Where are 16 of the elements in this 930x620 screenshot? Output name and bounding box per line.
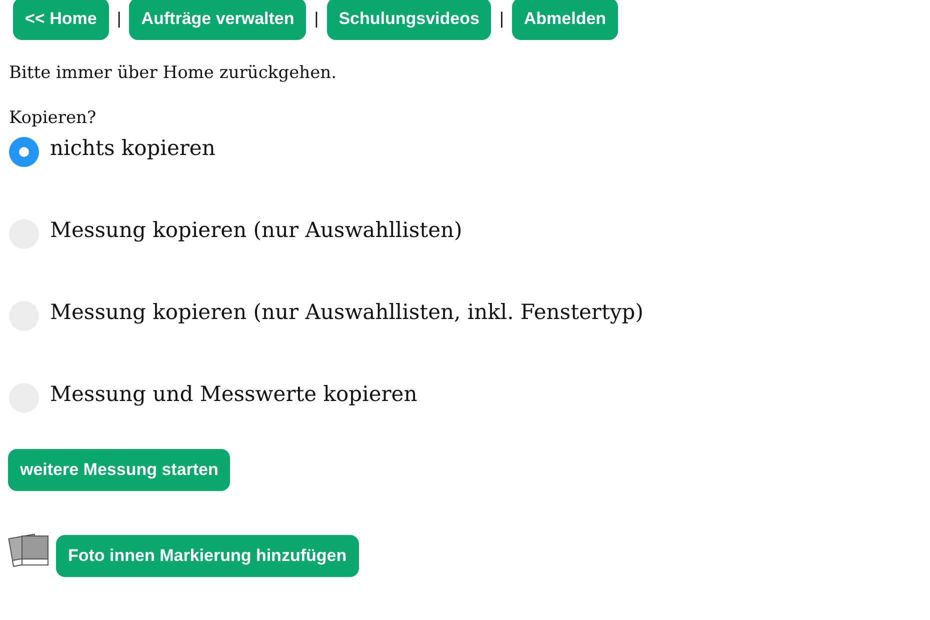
start-button[interactable]: weitere Messung starten (8, 449, 230, 491)
nav-button[interactable]: Abmelden (512, 0, 618, 40)
radio-button[interactable] (9, 137, 39, 167)
add-photo-button[interactable]: Foto innen Markierung hinzufügen (56, 535, 359, 577)
question-label: Kopieren? (8, 106, 98, 130)
separator: | (499, 8, 504, 30)
radio-label[interactable]: Messung kopieren (nur Auswahllisten, inkl. Fenstertyp) (50, 297, 644, 328)
radio-label[interactable]: Messung und Messwerte kopieren (50, 379, 418, 410)
radio-label[interactable]: Messung kopieren (nur Auswahllisten) (50, 215, 462, 246)
separator: | (314, 8, 319, 30)
nav-button[interactable]: Schulungsvideos (326, 0, 492, 40)
separator: | (116, 8, 122, 30)
notice-text: Bitte immer über Home zurückgehen. (8, 62, 338, 85)
radio-label[interactable]: nichts kopieren (50, 133, 216, 164)
nav-button[interactable]: Aufträge verwalten (129, 0, 306, 40)
nav-button[interactable]: << Home (13, 0, 109, 40)
